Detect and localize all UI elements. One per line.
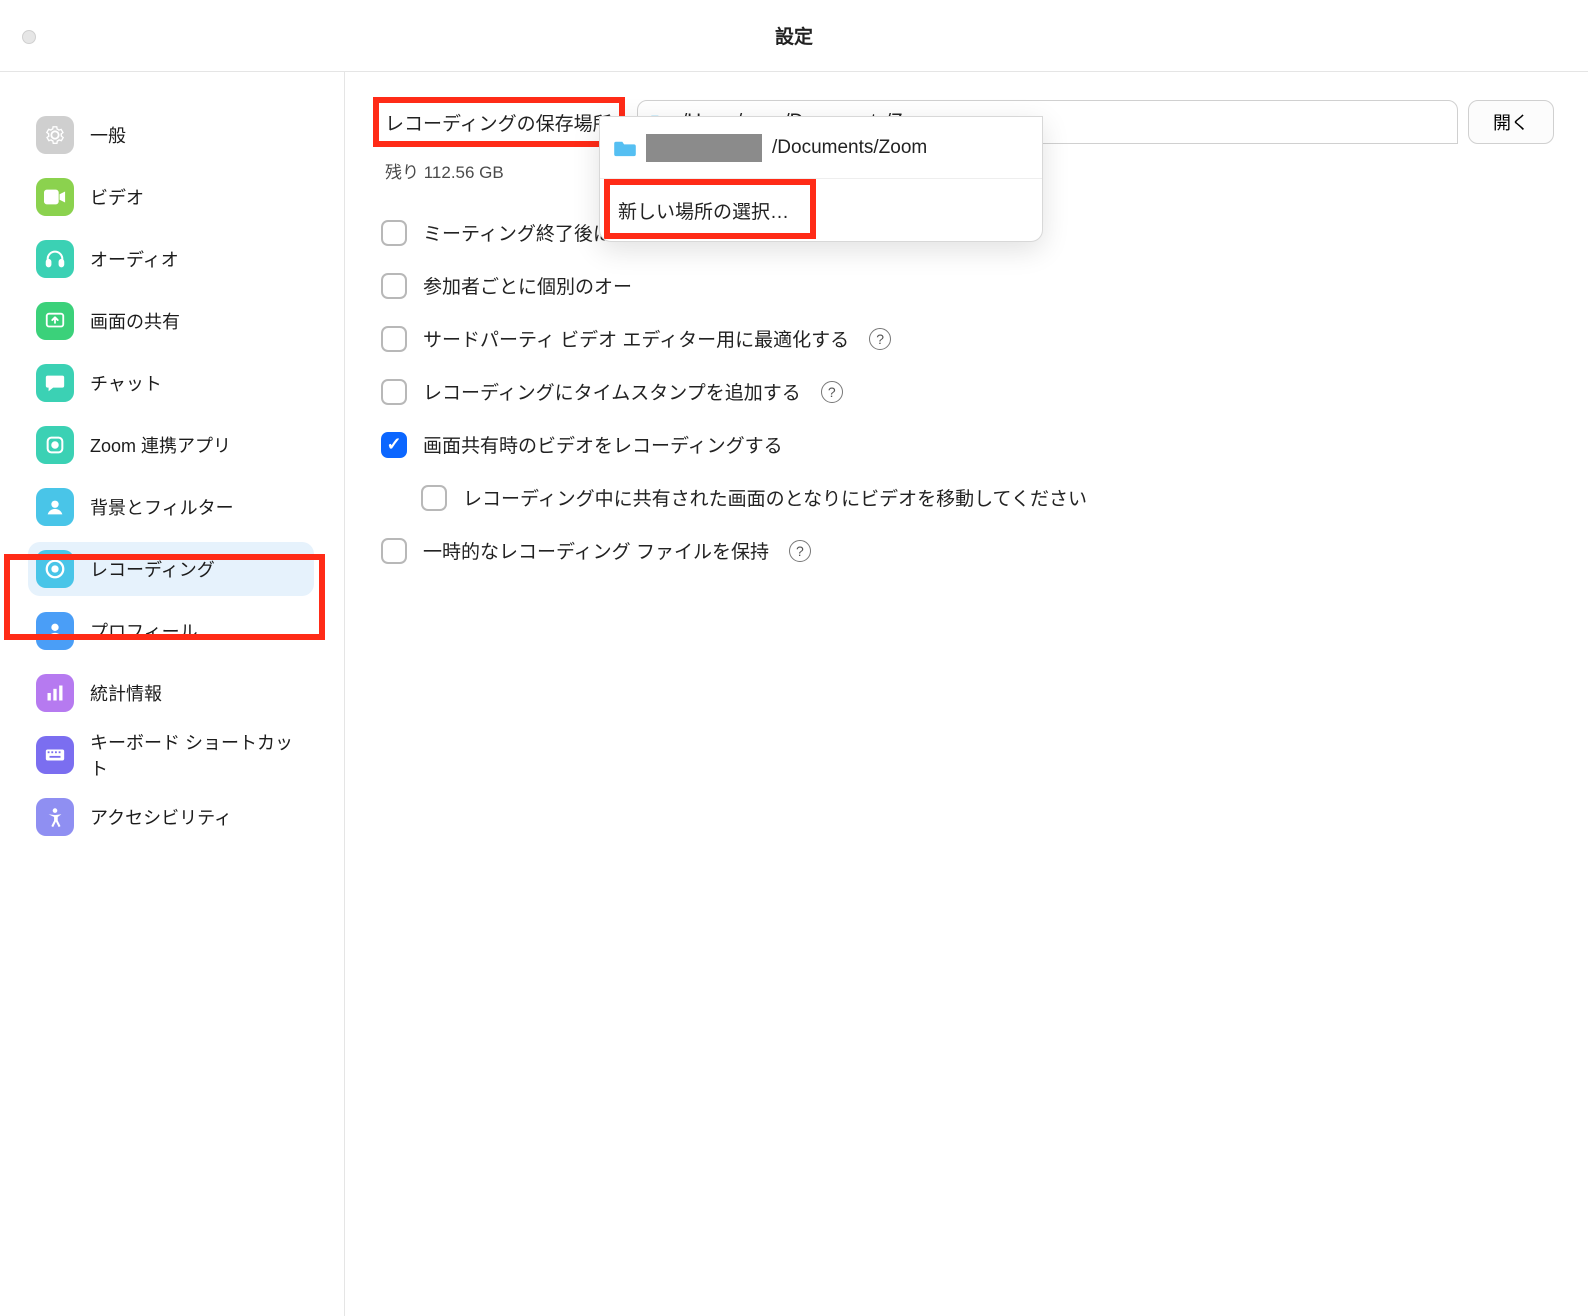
record-icon xyxy=(36,550,74,588)
sidebar-item-general[interactable]: 一般 xyxy=(28,108,314,162)
sidebar-item-background-filters[interactable]: 背景とフィルター xyxy=(28,480,314,534)
sidebar-item-keyboard-shortcuts[interactable]: キーボード ショートカット xyxy=(28,728,314,782)
sidebar-item-recording[interactable]: レコーディング xyxy=(28,542,314,596)
option-row: ✓ 画面共有時のビデオをレコーディングする xyxy=(381,431,1554,458)
open-button-label: 開く xyxy=(1493,113,1529,133)
profile-icon xyxy=(36,612,74,650)
sidebar-item-label: プロフィール xyxy=(90,618,198,644)
window-title: 設定 xyxy=(775,22,813,49)
sidebar-item-label: 背景とフィルター xyxy=(90,494,234,520)
help-icon[interactable]: ? xyxy=(821,381,843,403)
sidebar-item-label: 一般 xyxy=(90,122,126,148)
checkbox-optimize-3rd-party[interactable] xyxy=(381,326,407,352)
checkbox-add-timestamp[interactable] xyxy=(381,379,407,405)
accessibility-icon xyxy=(36,798,74,836)
sidebar-item-label: キーボード ショートカット xyxy=(90,729,306,781)
option-row-sub: レコーディング中に共有された画面のとなりにビデオを移動してください xyxy=(421,484,1554,511)
option-label: 参加者ごとに個別のオー xyxy=(423,272,632,299)
checkbox-per-participant-audio[interactable] xyxy=(381,273,407,299)
sidebar-item-video[interactable]: ビデオ xyxy=(28,170,314,224)
sidebar-item-label: オーディオ xyxy=(90,246,179,272)
background-icon xyxy=(36,488,74,526)
option-row: 一時的なレコーディング ファイルを保持 ? xyxy=(381,537,1554,564)
help-icon[interactable]: ? xyxy=(789,540,811,562)
sidebar-item-zoom-apps[interactable]: Zoom 連携アプリ xyxy=(28,418,314,472)
sidebar-item-accessibility[interactable]: アクセシビリティ xyxy=(28,790,314,844)
sidebar-item-label: レコーディング xyxy=(90,556,215,582)
recording-location-label: レコーディングの保存場所: xyxy=(381,114,621,135)
sidebar-item-profile[interactable]: プロフィール xyxy=(28,604,314,658)
sidebar-item-share-screen[interactable]: 画面の共有 xyxy=(28,294,314,348)
chat-icon xyxy=(36,364,74,402)
dropdown-alt-path-suffix: /Documents/Zoom xyxy=(772,137,927,159)
sidebar-item-label: アクセシビリティ xyxy=(90,804,232,830)
dropdown-item-choose-new[interactable]: 新しい場所の選択… xyxy=(600,179,1042,241)
option-label: サードパーティ ビデオ エディター用に最適化する xyxy=(423,325,849,352)
recording-settings-pane: レコーディングの保存場所: /Users/anna/Documents/Zoom… xyxy=(345,72,1588,1316)
titlebar: 設定 xyxy=(0,0,1588,72)
checkbox-keep-temp-files[interactable] xyxy=(381,538,407,564)
share-screen-icon xyxy=(36,302,74,340)
option-row: レコーディングにタイムスタンプを追加する ? xyxy=(381,378,1554,405)
option-label: レコーディングにタイムスタンプを追加する xyxy=(423,378,801,405)
dropdown-choose-new-label: 新しい場所の選択… xyxy=(614,202,793,223)
sidebar-item-label: 画面の共有 xyxy=(90,308,180,334)
window-close-dot[interactable] xyxy=(22,30,36,44)
video-icon xyxy=(36,178,74,216)
sidebar-item-chat[interactable]: チャット xyxy=(28,356,314,410)
folder-icon xyxy=(614,139,636,157)
sidebar-item-label: ビデオ xyxy=(90,184,144,210)
help-icon[interactable]: ? xyxy=(869,328,891,350)
checkbox-after-meeting[interactable] xyxy=(381,220,407,246)
sidebar-item-statistics[interactable]: 統計情報 xyxy=(28,666,314,720)
statistics-icon xyxy=(36,674,74,712)
checkbox-move-video-next-to-share[interactable] xyxy=(421,485,447,511)
sidebar-item-audio[interactable]: オーディオ xyxy=(28,232,314,286)
option-row: サードパーティ ビデオ エディター用に最適化する ? xyxy=(381,325,1554,352)
sidebar-item-label: Zoom 連携アプリ xyxy=(90,432,231,458)
option-label: 一時的なレコーディング ファイルを保持 xyxy=(423,537,769,564)
location-dropdown-menu: /Documents/Zoom 新しい場所の選択… xyxy=(599,116,1043,242)
keyboard-icon xyxy=(36,736,74,774)
option-row: 参加者ごとに個別のオー xyxy=(381,272,1554,299)
open-location-button[interactable]: 開く xyxy=(1468,100,1554,144)
checkbox-record-video-during-share[interactable]: ✓ xyxy=(381,432,407,458)
apps-icon xyxy=(36,426,74,464)
option-label: レコーディング中に共有された画面のとなりにビデオを移動してください xyxy=(463,484,1087,511)
sidebar-item-label: 統計情報 xyxy=(90,680,162,706)
gear-icon xyxy=(36,116,74,154)
option-label: 画面共有時のビデオをレコーディングする xyxy=(423,431,783,458)
sidebar-item-label: チャット xyxy=(90,370,162,396)
settings-sidebar: 一般 ビデオ オーディオ 画面の共有 チャット xyxy=(0,72,345,1316)
headphones-icon xyxy=(36,240,74,278)
redacted-path-segment xyxy=(646,134,762,162)
dropdown-item-alt-path[interactable]: /Documents/Zoom xyxy=(600,117,1042,179)
